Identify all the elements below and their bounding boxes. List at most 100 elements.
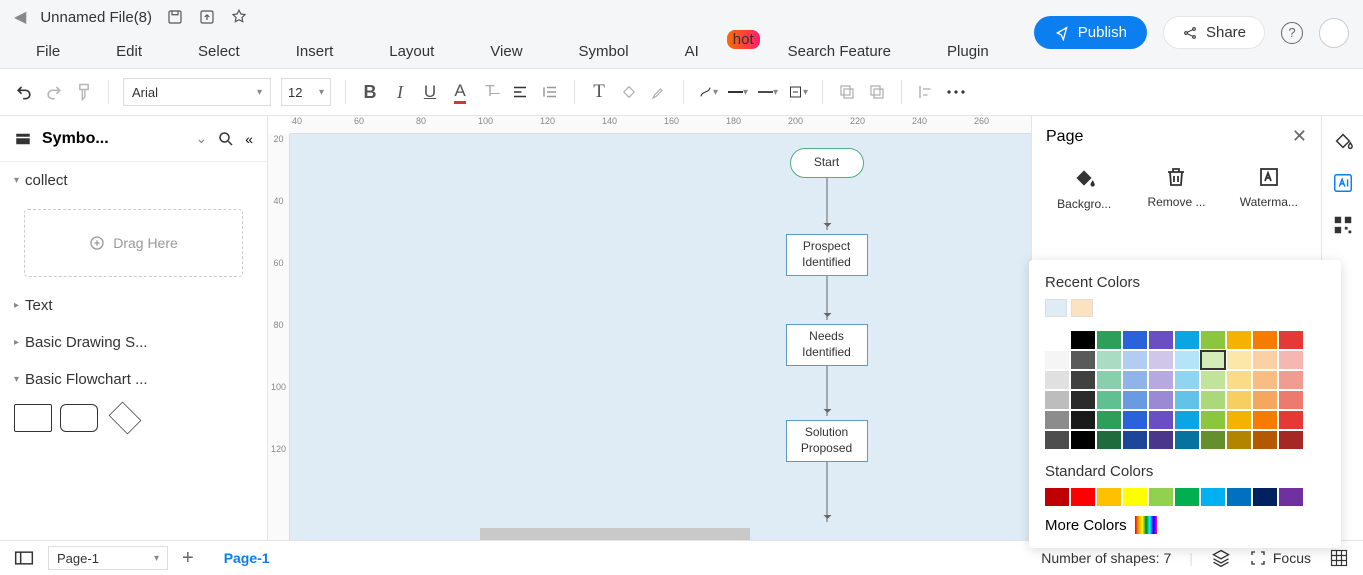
color-swatch[interactable]: [1071, 371, 1095, 389]
redo-icon[interactable]: [44, 82, 64, 102]
close-icon[interactable]: ✕: [1292, 126, 1307, 147]
color-swatch[interactable]: [1253, 391, 1277, 409]
color-swatch[interactable]: [1175, 371, 1199, 389]
section-collect[interactable]: ▾collect: [0, 162, 267, 199]
color-swatch[interactable]: [1149, 431, 1173, 449]
highlight-icon[interactable]: [649, 82, 669, 102]
more-colors-button[interactable]: More Colors: [1045, 516, 1325, 534]
color-swatch[interactable]: [1045, 371, 1069, 389]
fill-icon[interactable]: [619, 82, 639, 102]
clear-format-icon[interactable]: T̶: [480, 82, 500, 102]
page-layout-icon[interactable]: [14, 550, 34, 566]
color-swatch[interactable]: [1123, 391, 1147, 409]
grid-icon[interactable]: [1329, 548, 1349, 568]
color-swatch[interactable]: [1201, 431, 1225, 449]
arrow-style-icon[interactable]: ▾: [788, 82, 808, 102]
color-swatch[interactable]: [1253, 411, 1277, 429]
shape-rect[interactable]: [14, 404, 52, 432]
shape-diamond[interactable]: [109, 402, 142, 435]
ai-tool-icon[interactable]: [1332, 172, 1354, 194]
standard-swatch[interactable]: [1123, 488, 1147, 506]
format-painter-icon[interactable]: [74, 82, 94, 102]
qr-icon[interactable]: [1332, 214, 1354, 236]
color-swatch[interactable]: [1279, 431, 1303, 449]
recent-swatch[interactable]: [1045, 299, 1067, 317]
node-solution[interactable]: Solution Proposed: [786, 420, 868, 462]
connector[interactable]: [826, 178, 827, 230]
node-start[interactable]: Start: [790, 148, 864, 178]
color-swatch[interactable]: [1175, 391, 1199, 409]
color-swatch[interactable]: [1123, 331, 1147, 349]
color-swatch[interactable]: [1175, 431, 1199, 449]
connector[interactable]: [826, 276, 827, 320]
drag-target[interactable]: Drag Here: [24, 209, 243, 277]
recent-swatch[interactable]: [1071, 299, 1093, 317]
color-swatch[interactable]: [1253, 351, 1277, 369]
font-size-select[interactable]: 12▾: [281, 78, 331, 106]
section-basic-drawing[interactable]: ▸Basic Drawing S...: [0, 324, 267, 361]
color-swatch[interactable]: [1097, 331, 1121, 349]
standard-swatch[interactable]: [1175, 488, 1199, 506]
layer-front-icon[interactable]: [837, 82, 857, 102]
star-icon[interactable]: [230, 8, 248, 26]
color-swatch[interactable]: [1201, 391, 1225, 409]
color-swatch[interactable]: [1175, 331, 1199, 349]
standard-swatch[interactable]: [1227, 488, 1251, 506]
color-swatch[interactable]: [1097, 351, 1121, 369]
shape-round-rect[interactable]: [60, 404, 98, 432]
collapse-icon[interactable]: ⌄: [195, 130, 207, 147]
section-text[interactable]: ▸Text: [0, 287, 267, 324]
color-swatch[interactable]: [1045, 411, 1069, 429]
menu-ai[interactable]: AIhot: [685, 43, 732, 60]
menu-edit[interactable]: Edit: [116, 43, 142, 60]
color-swatch[interactable]: [1201, 331, 1225, 349]
color-swatch[interactable]: [1045, 391, 1069, 409]
color-swatch[interactable]: [1227, 351, 1251, 369]
color-swatch[interactable]: [1175, 351, 1199, 369]
section-basic-flowchart[interactable]: ▾Basic Flowchart ...: [0, 361, 267, 398]
color-swatch[interactable]: [1097, 431, 1121, 449]
color-swatch[interactable]: [1071, 391, 1095, 409]
watermark-button[interactable]: Waterma...: [1227, 165, 1311, 211]
color-swatch[interactable]: [1227, 371, 1251, 389]
color-swatch[interactable]: [1097, 391, 1121, 409]
color-swatch[interactable]: [1227, 391, 1251, 409]
color-swatch[interactable]: [1279, 411, 1303, 429]
standard-swatch[interactable]: [1097, 488, 1121, 506]
connector-icon[interactable]: ▾: [698, 82, 718, 102]
color-swatch[interactable]: [1097, 371, 1121, 389]
align-objects-icon[interactable]: [916, 82, 936, 102]
menu-symbol[interactable]: Symbol: [579, 43, 629, 60]
color-swatch[interactable]: [1253, 431, 1277, 449]
color-swatch[interactable]: [1123, 371, 1147, 389]
align-icon[interactable]: [510, 82, 530, 102]
color-swatch[interactable]: [1149, 351, 1173, 369]
color-swatch[interactable]: [1279, 351, 1303, 369]
color-swatch[interactable]: [1227, 411, 1251, 429]
node-needs[interactable]: Needs Identified: [786, 324, 868, 366]
color-swatch[interactable]: [1045, 331, 1069, 349]
bold-icon[interactable]: B: [360, 82, 380, 102]
layers-icon[interactable]: [1211, 548, 1231, 568]
remove-button[interactable]: Remove ...: [1134, 165, 1218, 211]
standard-swatch[interactable]: [1071, 488, 1095, 506]
font-select[interactable]: Arial▾: [123, 78, 271, 106]
underline-icon[interactable]: U: [420, 82, 440, 102]
standard-swatch[interactable]: [1279, 488, 1303, 506]
color-swatch[interactable]: [1071, 411, 1095, 429]
color-swatch[interactable]: [1227, 431, 1251, 449]
collapse-panel-icon[interactable]: «: [245, 131, 253, 147]
color-swatch[interactable]: [1071, 431, 1095, 449]
page-tab-1[interactable]: Page-1: [208, 550, 286, 566]
save-icon[interactable]: [166, 8, 184, 26]
back-button[interactable]: ◀: [14, 7, 26, 27]
color-swatch[interactable]: [1123, 351, 1147, 369]
color-swatch[interactable]: [1149, 411, 1173, 429]
color-swatch[interactable]: [1175, 411, 1199, 429]
help-button[interactable]: ?: [1281, 22, 1303, 44]
color-swatch[interactable]: [1227, 331, 1251, 349]
export-icon[interactable]: [198, 8, 216, 26]
standard-swatch[interactable]: [1253, 488, 1277, 506]
menu-select[interactable]: Select: [198, 43, 240, 60]
page-select[interactable]: Page-1▾: [48, 546, 168, 570]
